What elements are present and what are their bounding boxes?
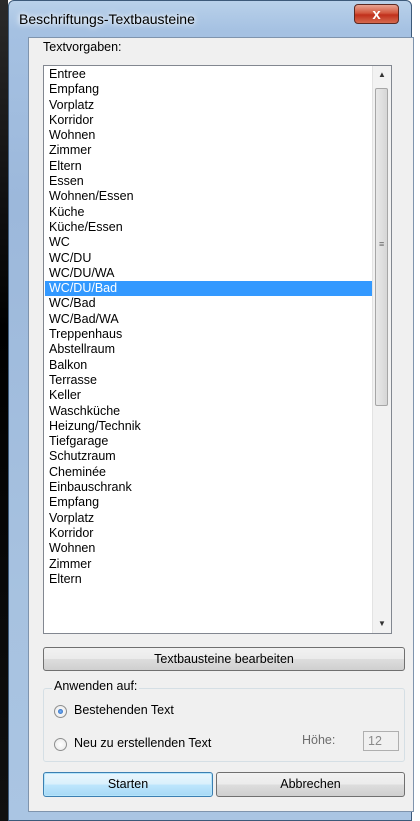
list-items: Entree Empfang Vorplatz Korridor Wohnen Zimme…	[45, 67, 373, 587]
start-button[interactable]: Starten	[43, 772, 213, 797]
list-item[interactable]: Wohnen	[45, 128, 373, 143]
scroll-down-icon[interactable]: ▼	[373, 615, 391, 633]
desktop-background-left	[0, 0, 8, 821]
scroll-grip-icon: ≡	[379, 239, 384, 249]
edit-textbausteine-button[interactable]: Textbausteine bearbeiten	[43, 647, 405, 671]
list-item[interactable]: Empfang	[45, 82, 373, 97]
new-text-radio[interactable]	[54, 738, 67, 751]
close-button[interactable]: x	[354, 4, 399, 24]
textvorgaben-listbox[interactable]: Entree Empfang Vorplatz Korridor Wohnen Zimme…	[43, 65, 392, 634]
list-item[interactable]: Vorplatz	[45, 511, 373, 526]
list-item[interactable]: WC/Bad/WA	[45, 312, 373, 327]
list-item[interactable]: WC	[45, 235, 373, 250]
list-item[interactable]: Waschküche	[45, 404, 373, 419]
list-item[interactable]: Wohnen	[45, 541, 373, 556]
list-item[interactable]: Balkon	[45, 358, 373, 373]
new-text-label[interactable]: Neu zu erstellenden Text	[74, 736, 211, 750]
list-item[interactable]: Essen	[45, 174, 373, 189]
list-item[interactable]: Heizung/Technik	[45, 419, 373, 434]
list-item[interactable]: Korridor	[45, 113, 373, 128]
existing-text-label[interactable]: Bestehenden Text	[74, 703, 174, 717]
list-item[interactable]: WC/DU/Bad	[45, 281, 373, 297]
apply-to-groupbox: Anwenden auf: Bestehenden Text Neu zu er…	[43, 679, 405, 762]
list-item[interactable]: Tiefgarage	[45, 434, 373, 449]
textvorgaben-label: Textvorgaben:	[43, 40, 122, 54]
list-item[interactable]: Eltern	[45, 159, 373, 174]
scrollbar-thumb[interactable]: ≡	[375, 88, 388, 406]
list-item[interactable]: Vorplatz	[45, 98, 373, 113]
list-item[interactable]: Einbauschrank	[45, 480, 373, 495]
list-item[interactable]: Empfang	[45, 495, 373, 510]
list-item[interactable]: Treppenhaus	[45, 327, 373, 342]
list-item[interactable]: Zimmer	[45, 557, 373, 572]
height-label: Höhe:	[302, 733, 336, 747]
list-item[interactable]: Küche	[45, 205, 373, 220]
list-item[interactable]: Küche/Essen	[45, 220, 373, 235]
list-item[interactable]: WC/DU	[45, 251, 373, 266]
list-item[interactable]: WC/DU/WA	[45, 266, 373, 281]
list-item[interactable]: Entree	[45, 67, 373, 82]
list-item[interactable]: Schutzraum	[45, 449, 373, 464]
list-item[interactable]: Terrasse	[45, 373, 373, 388]
dialog-client-area: Textvorgaben: Entree Empfang Vorplatz Korri…	[28, 37, 414, 812]
list-item[interactable]: Zimmer	[45, 143, 373, 158]
dialog-window: Beschriftungs-Textbausteine x Textvorgab…	[8, 0, 414, 821]
apply-to-title: Anwenden auf:	[52, 679, 140, 693]
existing-text-radio[interactable]	[54, 705, 67, 718]
list-item[interactable]: Cheminée	[45, 465, 373, 480]
height-input: 12	[363, 731, 399, 751]
list-item[interactable]: Eltern	[45, 572, 373, 587]
list-item[interactable]: Korridor	[45, 526, 373, 541]
list-item[interactable]: Abstellraum	[45, 342, 373, 357]
list-item[interactable]: WC/Bad	[45, 296, 373, 311]
scroll-up-icon[interactable]: ▲	[373, 66, 391, 84]
vertical-scrollbar[interactable]: ▲ ≡ ▼	[372, 66, 391, 633]
window-title: Beschriftungs-Textbausteine	[19, 11, 195, 27]
cancel-button[interactable]: Abbrechen	[216, 772, 405, 797]
list-item[interactable]: Wohnen/Essen	[45, 189, 373, 204]
list-item[interactable]: Keller	[45, 388, 373, 403]
